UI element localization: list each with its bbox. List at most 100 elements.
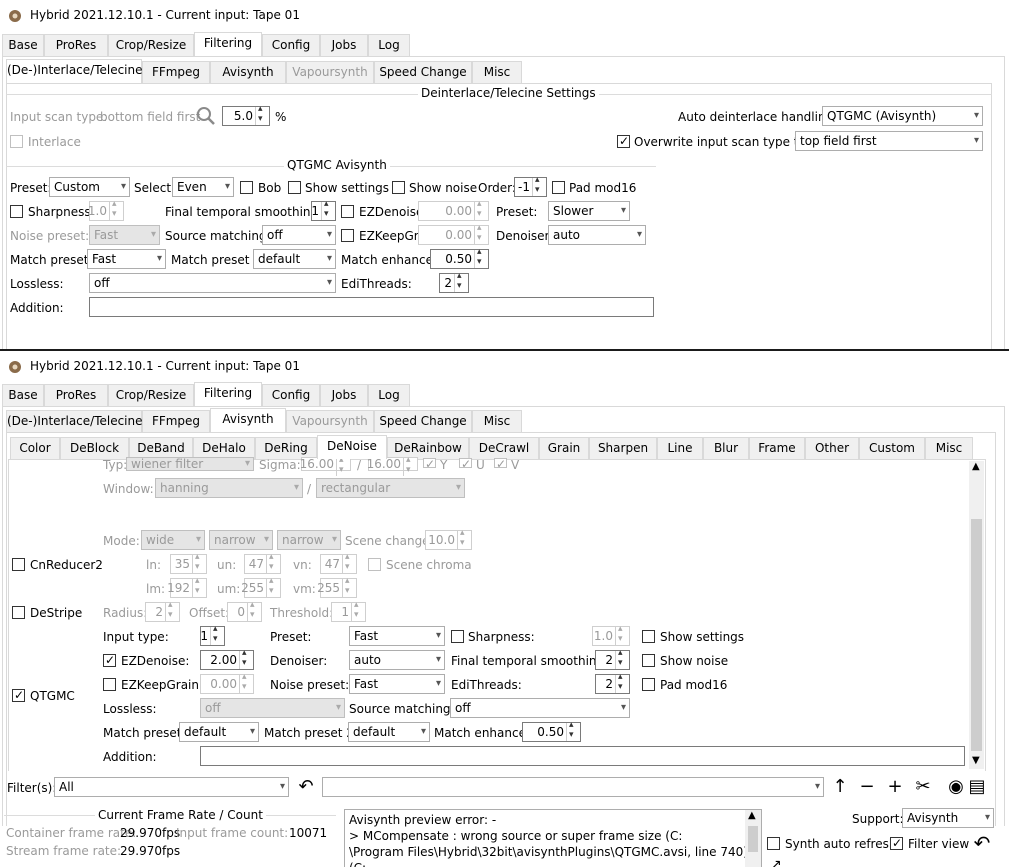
vn-spinbox[interactable]: 47 <box>320 551 357 574</box>
ezdenoise-spinbox-b[interactable]: 2.00 <box>200 647 254 670</box>
edithreads-spinbox[interactable]: 2 <box>439 270 469 293</box>
tab-config[interactable]: Config <box>262 384 320 406</box>
denoise-scrollbar[interactable]: ▲ ▼ <box>969 461 984 769</box>
tab-misc[interactable]: Misc <box>472 61 522 83</box>
tab-crop-resize[interactable]: Crop/Resize <box>108 384 194 406</box>
tab-ffmpeg[interactable]: FFmpeg <box>142 61 210 83</box>
offset-spinbox[interactable]: 0 <box>227 599 262 622</box>
tab-denoise[interactable]: DeNoise <box>317 435 387 459</box>
tab-deband[interactable]: DeBand <box>129 437 193 459</box>
scroll-up-icon[interactable]: ▲ <box>972 461 980 472</box>
noise-preset-select-b[interactable]: Fast ▾ <box>349 674 445 694</box>
source-matching-select-b[interactable]: off ▾ <box>450 698 630 718</box>
un-spinbox[interactable]: 47 <box>244 551 281 574</box>
sharpness-checkbox-b[interactable] <box>451 630 464 643</box>
match-preset2-select-b[interactable]: default ▾ <box>348 722 430 742</box>
scene-chroma-checkbox[interactable] <box>368 558 381 571</box>
ezkeepgrain-checkbox[interactable] <box>341 229 354 242</box>
overwrite-checkbox[interactable] <box>617 133 630 149</box>
preview-error-box[interactable]: Avisynth preview error: - > MCompensate … <box>344 809 762 867</box>
sigma2-spinbox[interactable]: 16.00 <box>367 454 418 476</box>
noise-preset-select[interactable]: Fast ▾ <box>89 225 160 245</box>
vm-spinbox[interactable]: 255 <box>317 575 357 598</box>
y-checkbox[interactable] <box>423 456 436 472</box>
tab-deblock[interactable]: DeBlock <box>60 437 129 459</box>
tab-speed-change[interactable]: Speed Change <box>374 61 472 83</box>
tab-base[interactable]: Base <box>2 384 44 406</box>
tab-ffmpeg[interactable]: FFmpeg <box>142 410 210 432</box>
ezdenoise-checkbox-b[interactable] <box>103 652 116 668</box>
window-select[interactable]: hanning ▾ <box>155 478 303 498</box>
tab-speed-change[interactable]: Speed Change <box>374 410 472 432</box>
pad-mod16-checkbox[interactable] <box>552 181 565 194</box>
tab-base[interactable]: Base <box>2 34 44 56</box>
ezdenoise-spinbox[interactable]: 0.00 <box>418 198 489 221</box>
pad-mod16-checkbox-b[interactable] <box>642 678 655 691</box>
tab-grain[interactable]: Grain <box>539 437 589 459</box>
tab-dering[interactable]: DeRing <box>255 437 317 459</box>
denoiser-select-b[interactable]: auto ▾ <box>349 650 445 670</box>
tab-log[interactable]: Log <box>368 34 410 56</box>
qtgmc-checkbox[interactable] <box>12 687 25 703</box>
undo-icon[interactable]: ↶ <box>296 777 316 797</box>
match-preset-select-b[interactable]: default ▾ <box>179 722 259 742</box>
show-settings-checkbox[interactable] <box>288 181 301 194</box>
error-scroll-thumb[interactable] <box>748 826 758 852</box>
filter-view-checkbox[interactable] <box>890 835 903 851</box>
addition-input[interactable] <box>89 297 654 317</box>
script-icon[interactable]: ▤ <box>967 777 987 797</box>
tab-log[interactable]: Log <box>368 384 410 406</box>
order-spinbox[interactable]: -1 <box>514 174 547 197</box>
destripe-checkbox[interactable] <box>12 606 25 619</box>
denoiser-select[interactable]: auto ▾ <box>548 225 646 245</box>
chart-icon[interactable]: ↗ <box>770 857 782 867</box>
minus-icon[interactable]: − <box>857 777 877 797</box>
ln-spinbox[interactable]: 35 <box>170 551 207 574</box>
synth-refresh-checkbox[interactable] <box>767 837 780 850</box>
tab-crop-resize[interactable]: Crop/Resize <box>108 34 194 56</box>
ezkeepgrain-spinbox-b[interactable]: 0.00 <box>200 671 254 694</box>
input-type-spinbox[interactable]: 1 <box>200 623 225 646</box>
tab-frame[interactable]: Frame <box>749 437 805 459</box>
magnifier-icon[interactable] <box>196 106 216 126</box>
addition-input-b[interactable] <box>200 746 965 766</box>
eye-icon[interactable]: ◉ <box>946 777 966 797</box>
match-enhance-spinbox-b[interactable]: 0.50 <box>522 719 581 742</box>
mode3-select[interactable]: narrow ▾ <box>277 530 341 550</box>
threshold-spinbox[interactable]: 1 <box>331 599 366 622</box>
select-select[interactable]: Even ▾ <box>172 177 234 197</box>
window2-select[interactable]: rectangular ▾ <box>316 478 465 498</box>
tab-config[interactable]: Config <box>262 34 320 56</box>
tab-deinterlace[interactable]: (De-)Interlace/Telecine <box>6 410 143 432</box>
tab-vapoursynth[interactable]: Vapoursynth <box>286 410 374 432</box>
radius-spinbox[interactable]: 2 <box>145 599 180 622</box>
show-noise-checkbox-b[interactable] <box>642 654 655 667</box>
tab-vapoursynth[interactable]: Vapoursynth <box>286 61 374 83</box>
tab-other[interactable]: Other <box>805 437 859 459</box>
ezdenoise-checkbox[interactable] <box>341 205 354 218</box>
preset-select-b[interactable]: Fast ▾ <box>349 626 445 646</box>
ezkeepgrain-checkbox-b[interactable] <box>103 678 116 691</box>
final-temporal-spinbox-b[interactable]: 2 <box>595 647 630 670</box>
lm-spinbox[interactable]: 192 <box>167 575 207 598</box>
copy-filter-icon[interactable]: ✂ <box>913 777 933 797</box>
support-select[interactable]: Avisynth ▾ <box>902 808 994 828</box>
lossless-select[interactable]: off ▾ <box>89 273 336 293</box>
error-scroll-up-icon[interactable]: ▲ <box>748 810 756 821</box>
lossless-select-b[interactable]: off ▾ <box>200 698 345 718</box>
tab-color[interactable]: Color <box>10 437 60 459</box>
sharpness-checkbox[interactable] <box>10 205 23 218</box>
scroll-thumb[interactable] <box>971 519 982 751</box>
cnreducer2-checkbox[interactable] <box>12 558 25 571</box>
tab-blur[interactable]: Blur <box>703 437 749 459</box>
tab-dehalo[interactable]: DeHalo <box>193 437 255 459</box>
ezkeepgrain-spinbox[interactable]: 0.00 <box>418 222 489 245</box>
plus-icon[interactable]: + <box>885 777 905 797</box>
scene-change-spinbox[interactable]: 10.0 <box>425 527 472 550</box>
sigma1-spinbox[interactable]: 16.00 <box>300 454 351 476</box>
tab-line[interactable]: Line <box>657 437 703 459</box>
final-temporal-spinbox[interactable]: 1 <box>311 198 336 221</box>
bob-checkbox[interactable] <box>240 181 253 194</box>
match-preset-select[interactable]: Fast ▾ <box>87 249 166 269</box>
tab-avisynth[interactable]: Avisynth <box>210 61 286 83</box>
